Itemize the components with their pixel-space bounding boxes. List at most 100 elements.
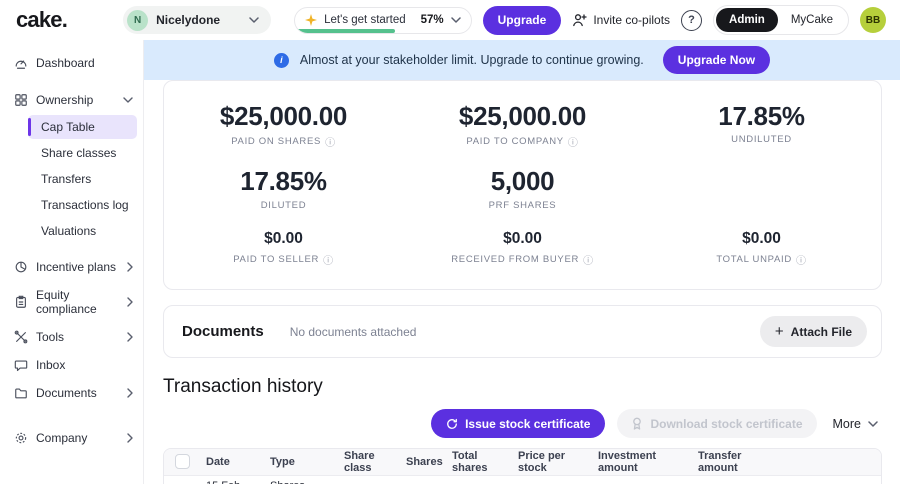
company-avatar: N	[127, 10, 148, 31]
documents-empty-text: No documents attached	[290, 325, 417, 339]
rotate-icon	[446, 418, 458, 430]
stat-label: PRF SHARES	[489, 200, 557, 211]
stat-value: 17.85%	[642, 103, 881, 130]
stat-value: $0.00	[642, 230, 881, 249]
sidebar-item-transfers[interactable]: Transfers	[28, 167, 137, 191]
chevron-down-icon	[123, 97, 133, 103]
sidebar-item-share-classes[interactable]: Share classes	[28, 141, 137, 165]
toggle-admin[interactable]: Admin	[716, 8, 778, 32]
table-row[interactable]: 15 Feb 2024 Shares issued PRF 5,000 5,00…	[164, 475, 882, 484]
chevron-down-icon	[868, 421, 878, 427]
stat-value: $25,000.00	[164, 103, 403, 130]
stat-value: $0.00	[403, 230, 642, 249]
upgrade-now-button[interactable]: Upgrade Now	[663, 46, 770, 74]
info-icon: i	[274, 53, 289, 68]
col-header-share-class: Share class	[336, 449, 398, 475]
sidebar-item-valuations[interactable]: Valuations	[28, 219, 137, 243]
info-icon[interactable]: ⓘ	[325, 134, 336, 149]
progress-label: Let's get started	[324, 14, 405, 26]
col-header-price-per-stock: Price per stock	[510, 449, 590, 475]
sidebar-item-label: Equity compliance	[36, 288, 119, 316]
stat-value: $25,000.00	[403, 103, 642, 130]
folder-icon	[14, 386, 28, 400]
info-icon[interactable]: ⓘ	[796, 252, 807, 267]
chevron-down-icon	[451, 17, 461, 23]
sparkle-icon	[305, 14, 317, 26]
stat-empty	[642, 159, 881, 220]
stat-label: PAID TO SELLER	[233, 254, 319, 265]
chevron-right-icon	[127, 332, 133, 342]
toggle-mycake[interactable]: MyCake	[778, 8, 846, 32]
user-avatar[interactable]: BB	[860, 7, 886, 33]
pie-chart-icon	[14, 260, 28, 274]
chevron-right-icon	[127, 297, 133, 307]
invite-copilots-button[interactable]: Invite co-pilots	[572, 13, 670, 27]
sidebar-item-cap-table[interactable]: Cap Table	[28, 115, 137, 139]
help-icon[interactable]: ?	[681, 10, 702, 31]
stakeholder-limit-banner: i Almost at your stakeholder limit. Upgr…	[144, 40, 900, 80]
col-header-transfer-amount: Transfer amount	[690, 449, 778, 475]
plus-icon: +	[775, 323, 784, 340]
sidebar-item-label: Company	[36, 431, 119, 445]
info-icon[interactable]: ⓘ	[323, 252, 334, 267]
stat-received-from-buyer: $0.00 RECEIVED FROM BUYERⓘ	[403, 221, 642, 278]
info-icon[interactable]: ⓘ	[583, 252, 594, 267]
transaction-actions: Issue stock certificate Download stock c…	[163, 409, 882, 438]
stat-undiluted: 17.85% UNDILUTED	[642, 94, 881, 159]
transaction-table: Date Type Share class Shares Total share…	[163, 448, 882, 484]
company-selector[interactable]: N Nicelydone	[123, 6, 271, 34]
sidebar-item-tools[interactable]: Tools	[0, 324, 143, 350]
clipboard-icon	[14, 295, 28, 309]
issue-label: Issue stock certificate	[465, 417, 590, 431]
more-button[interactable]: More	[829, 417, 882, 431]
col-header-total-shares: Total shares	[444, 449, 510, 475]
cell-investment-amount: $25,000.00	[590, 475, 690, 484]
download-stock-certificate-button[interactable]: Download stock certificate	[617, 409, 816, 438]
sidebar-item-incentive-plans[interactable]: Incentive plans	[0, 254, 143, 280]
cell-total-shares: 5,000	[444, 475, 510, 484]
sidebar-item-equity-compliance[interactable]: Equity compliance	[0, 282, 143, 322]
info-icon[interactable]: ⓘ	[568, 134, 579, 149]
sidebar-item-inbox[interactable]: Inbox	[0, 352, 143, 378]
invite-label: Invite co-pilots	[593, 13, 670, 27]
stat-value: 17.85%	[164, 168, 403, 195]
stat-label: PAID TO COMPANY	[466, 136, 563, 147]
select-all-checkbox[interactable]	[175, 454, 190, 469]
cell-price-per-stock: $5.00	[510, 475, 590, 484]
cell-transfer-amount: -	[690, 475, 778, 484]
gear-icon	[14, 431, 28, 445]
download-label: Download stock certificate	[650, 417, 802, 431]
sidebar-item-transactions-log[interactable]: Transactions log	[28, 193, 137, 217]
banner-message: Almost at your stakeholder limit. Upgrad…	[300, 53, 644, 67]
stat-paid-to-company: $25,000.00 PAID TO COMPANY ⓘ	[403, 94, 642, 159]
chevron-right-icon	[127, 262, 133, 272]
admin-mycake-toggle: Admin MyCake	[713, 5, 849, 35]
table-header-row: Date Type Share class Shares Total share…	[164, 449, 882, 475]
stat-prf-shares: 5,000 PRF SHARES	[403, 159, 642, 220]
documents-card: Documents No documents attached + Attach…	[163, 305, 882, 358]
stat-label: DILUTED	[261, 200, 307, 211]
sidebar-item-company[interactable]: Company	[0, 425, 143, 451]
stat-value: 5,000	[403, 168, 642, 195]
main-area: i Almost at your stakeholder limit. Upgr…	[144, 40, 900, 484]
issue-stock-certificate-button[interactable]: Issue stock certificate	[431, 409, 605, 438]
more-label: More	[833, 417, 861, 431]
sidebar-item-documents[interactable]: Documents	[0, 380, 143, 406]
sidebar-item-label: Incentive plans	[36, 260, 119, 274]
company-name: Nicelydone	[156, 13, 241, 27]
stat-label: TOTAL UNPAID	[716, 254, 792, 265]
stat-paid-on-shares: $25,000.00 PAID ON SHARESⓘ	[164, 94, 403, 159]
upgrade-button[interactable]: Upgrade	[483, 6, 562, 35]
top-bar: cake. N Nicelydone Let's get started 57%…	[0, 0, 900, 40]
sidebar-item-label: Inbox	[36, 358, 133, 372]
attach-file-button[interactable]: + Attach File	[760, 316, 867, 347]
onboarding-progress[interactable]: Let's get started 57%	[294, 7, 472, 34]
col-header-type: Type	[262, 449, 336, 475]
stat-paid-to-seller: $0.00 PAID TO SELLERⓘ	[164, 221, 403, 278]
stat-total-unpaid: $0.00 TOTAL UNPAID ⓘ	[642, 221, 881, 278]
chat-bubble-icon	[14, 358, 28, 372]
cell-date: 15 Feb 2024	[198, 475, 262, 484]
chevron-down-icon	[249, 17, 259, 23]
sidebar-item-dashboard[interactable]: Dashboard	[0, 50, 143, 76]
sidebar-item-ownership[interactable]: Ownership	[0, 87, 143, 113]
